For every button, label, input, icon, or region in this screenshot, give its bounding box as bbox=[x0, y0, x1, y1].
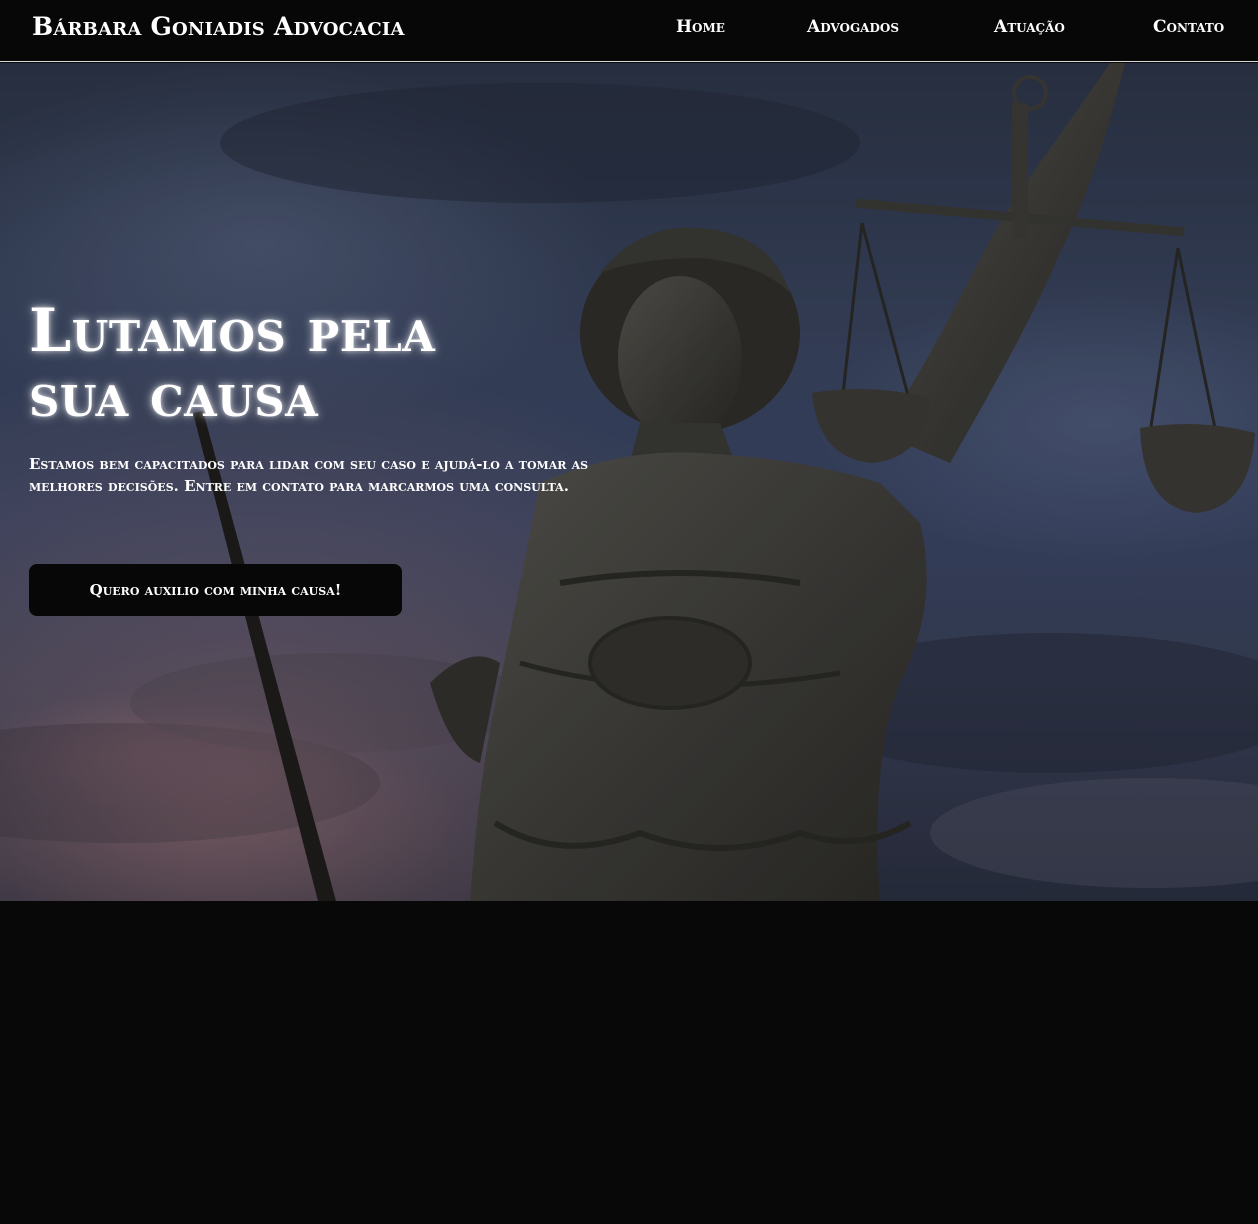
nav-link-atuacao[interactable]: Atuação bbox=[994, 17, 1065, 37]
hero-subtitle: Estamos bem capacitados para lidar com s… bbox=[29, 455, 589, 495]
hero-title: Lutamos pela sua causa bbox=[29, 299, 609, 429]
lower-section bbox=[0, 901, 1258, 1224]
nav-link-contato[interactable]: Contato bbox=[1153, 17, 1224, 37]
hero-section: Lutamos pela sua causa Estamos bem capac… bbox=[0, 63, 1258, 901]
hero-content: Lutamos pela sua causa Estamos bem capac… bbox=[29, 299, 609, 497]
brand-logo-link[interactable]: Bárbara Goniadis Advocacia bbox=[32, 12, 405, 41]
navbar: Bárbara Goniadis Advocacia Home Advogado… bbox=[0, 0, 1258, 62]
hero-title-line-1: Lutamos pela bbox=[29, 296, 436, 366]
cta-button[interactable]: Quero auxilio com minha causa! bbox=[29, 564, 402, 616]
nav-link-home[interactable]: Home bbox=[676, 17, 725, 37]
nav-link-advogados[interactable]: Advogados bbox=[807, 17, 899, 37]
hero-title-line-2: sua causa bbox=[29, 361, 319, 431]
